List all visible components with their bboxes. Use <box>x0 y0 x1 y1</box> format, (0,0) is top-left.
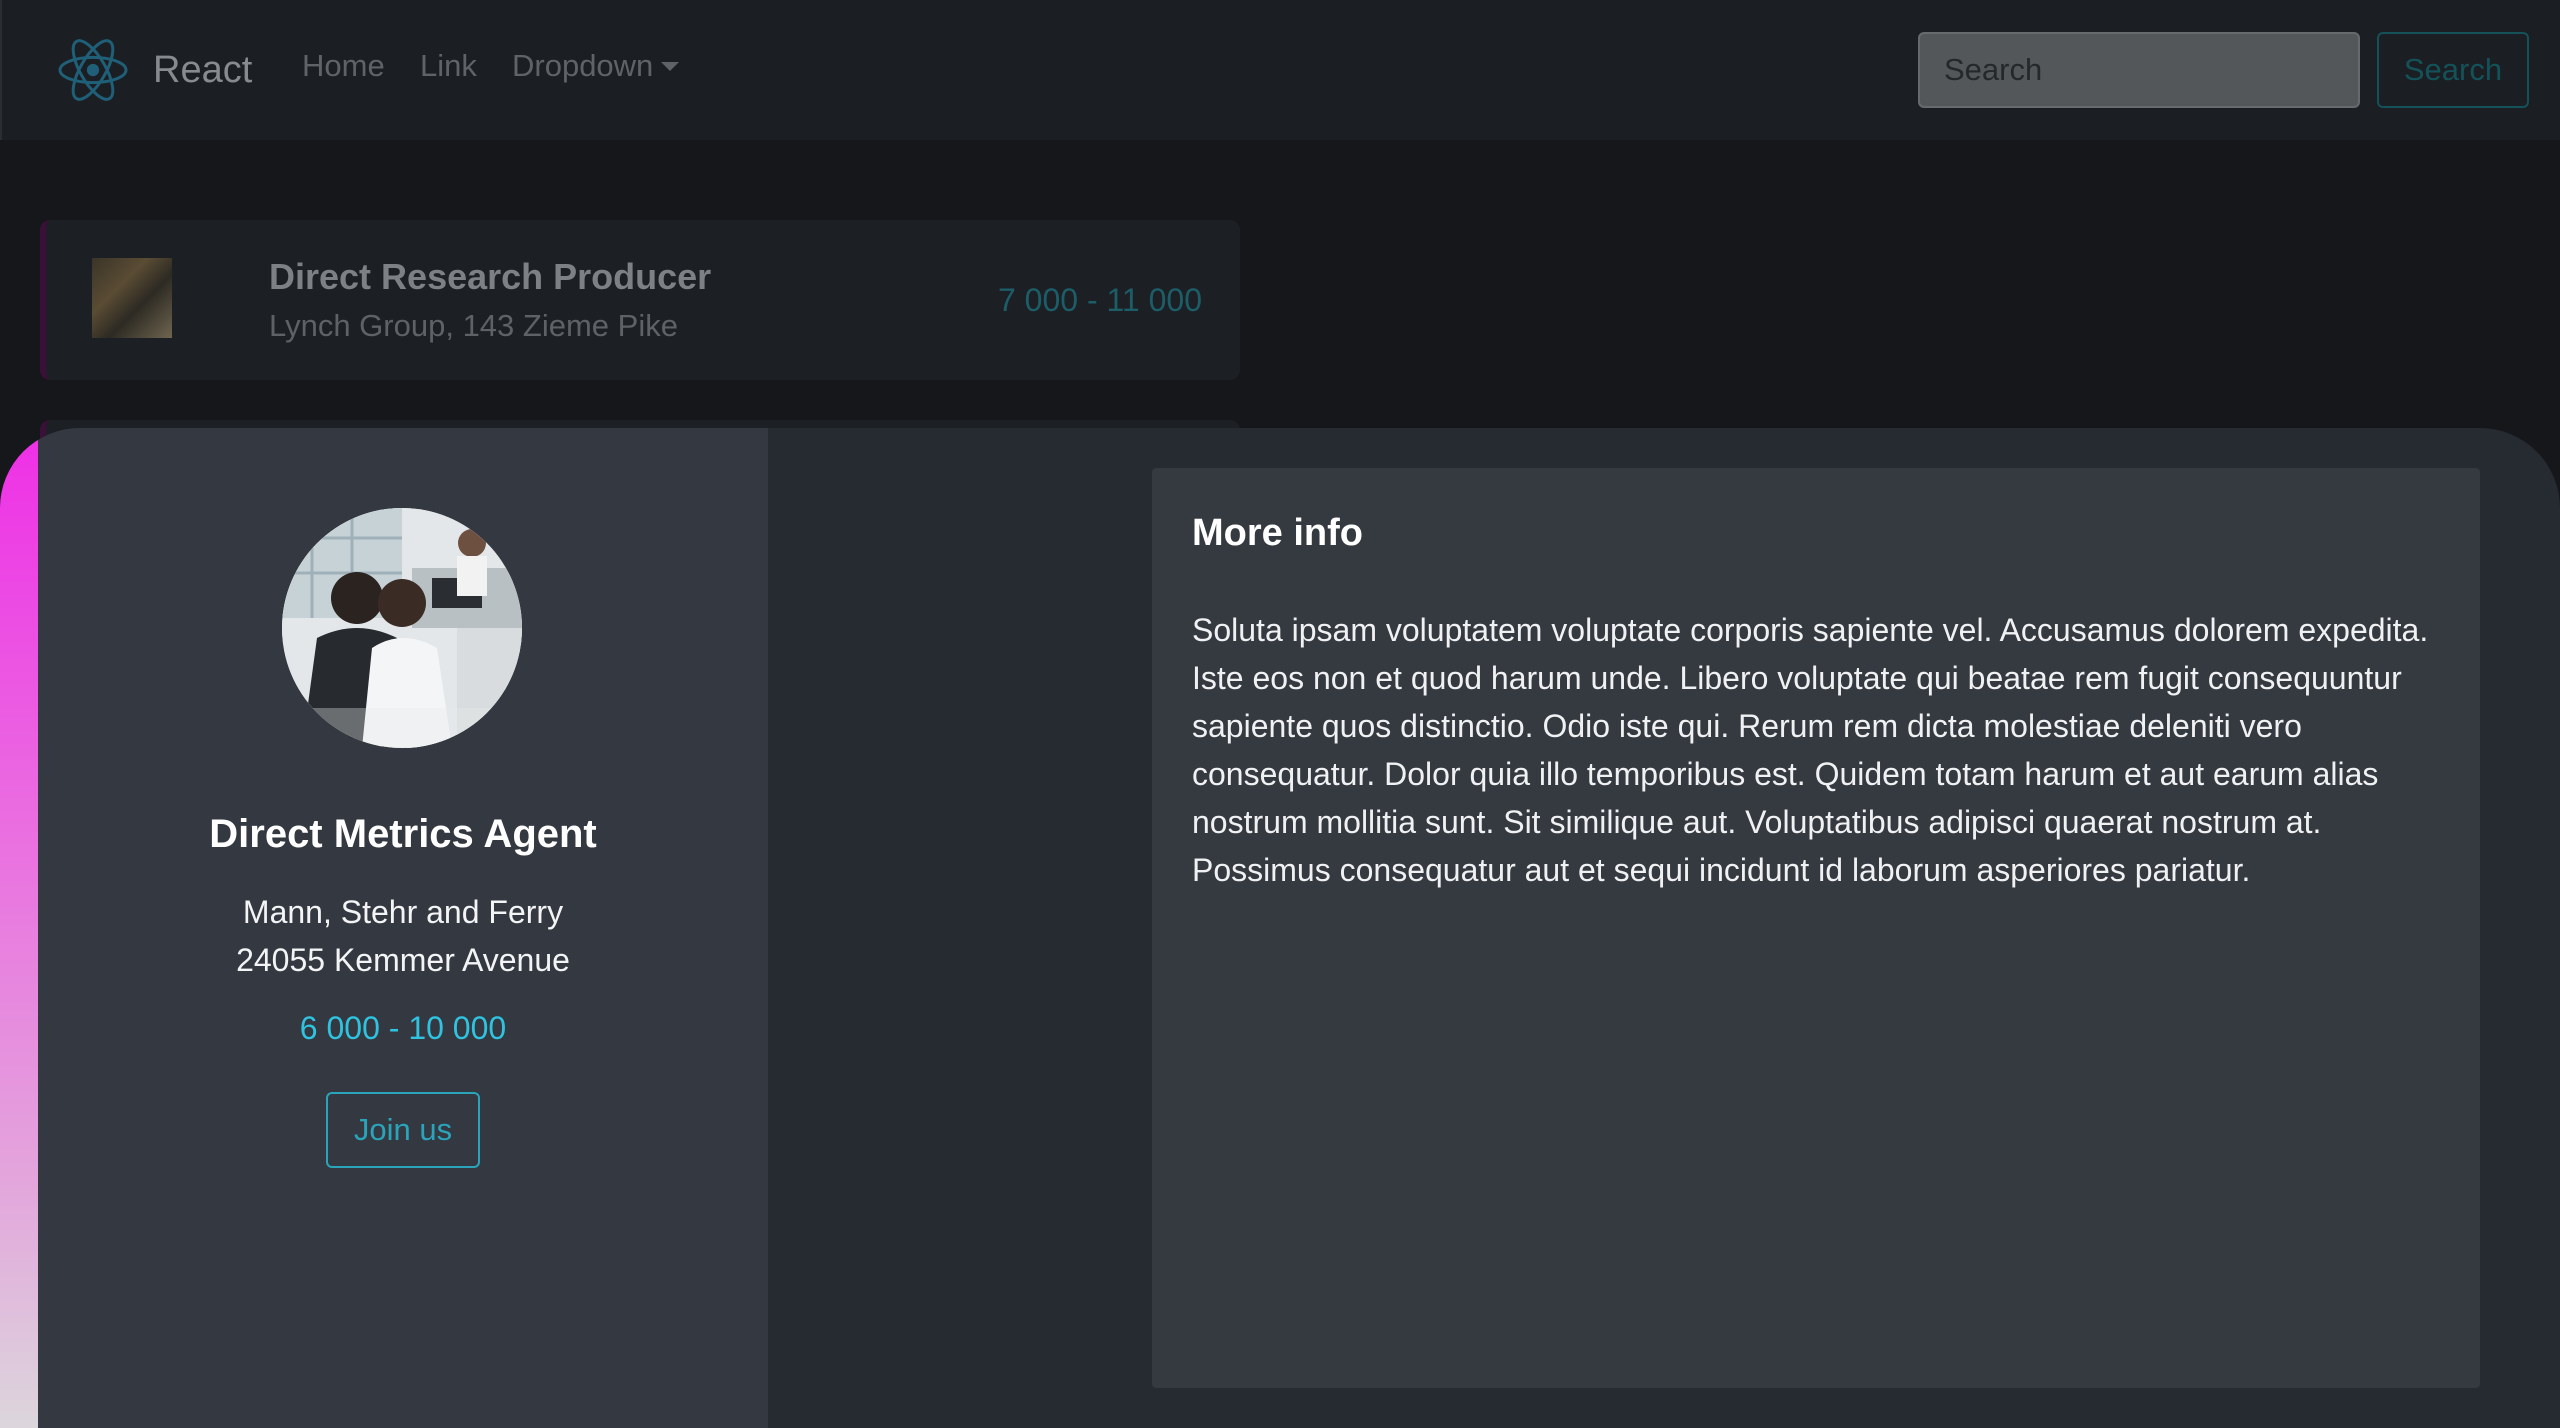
job-salary: 7 000 - 11 000 <box>997 282 1202 318</box>
job-thumbnail <box>92 258 172 338</box>
nav-dropdown-label: Dropdown <box>512 48 654 83</box>
react-atom-icon <box>58 39 128 101</box>
search-button[interactable]: Search <box>2377 32 2529 108</box>
job-detail-company: Mann, Stehr and Ferry <box>242 894 564 930</box>
more-info-card: More info Soluta ipsam voluptatem volupt… <box>1152 468 2480 1388</box>
job-detail-address: 24055 Kemmer Avenue <box>236 942 570 978</box>
office-photo-image <box>282 508 522 748</box>
nav-link-home[interactable]: Home <box>302 48 385 84</box>
job-avatar <box>282 508 522 748</box>
more-info-text: Soluta ipsam voluptatem voluptate corpor… <box>1192 612 2429 888</box>
job-company-address: Lynch Group, 143 Zieme Pike <box>269 308 678 343</box>
top-navbar: React Home Link Dropdown Search <box>0 0 2560 140</box>
search-input[interactable] <box>1918 32 2360 108</box>
brand-link[interactable]: React <box>57 36 252 104</box>
nav-dropdown-toggle[interactable]: Dropdown <box>512 48 680 84</box>
job-title: Direct Research Producer <box>269 256 712 297</box>
more-info-heading: More info <box>1192 512 1363 554</box>
accent-bar <box>0 428 38 1428</box>
join-us-button[interactable]: Join us <box>326 1092 480 1168</box>
job-detail-title: Direct Metrics Agent <box>209 812 597 856</box>
nav-link-link[interactable]: Link <box>420 48 477 84</box>
job-summary-column: Direct Metrics Agent Mann, Stehr and Fer… <box>38 428 768 1428</box>
job-detail-panel: Direct Metrics Agent Mann, Stehr and Fer… <box>0 428 2560 1428</box>
brand-name: React <box>153 48 253 91</box>
caret-down-icon <box>661 61 680 71</box>
job-list-item[interactable]: Direct Research Producer Lynch Group, 14… <box>40 220 1240 380</box>
job-detail-salary: 6 000 - 10 000 <box>299 1010 507 1046</box>
